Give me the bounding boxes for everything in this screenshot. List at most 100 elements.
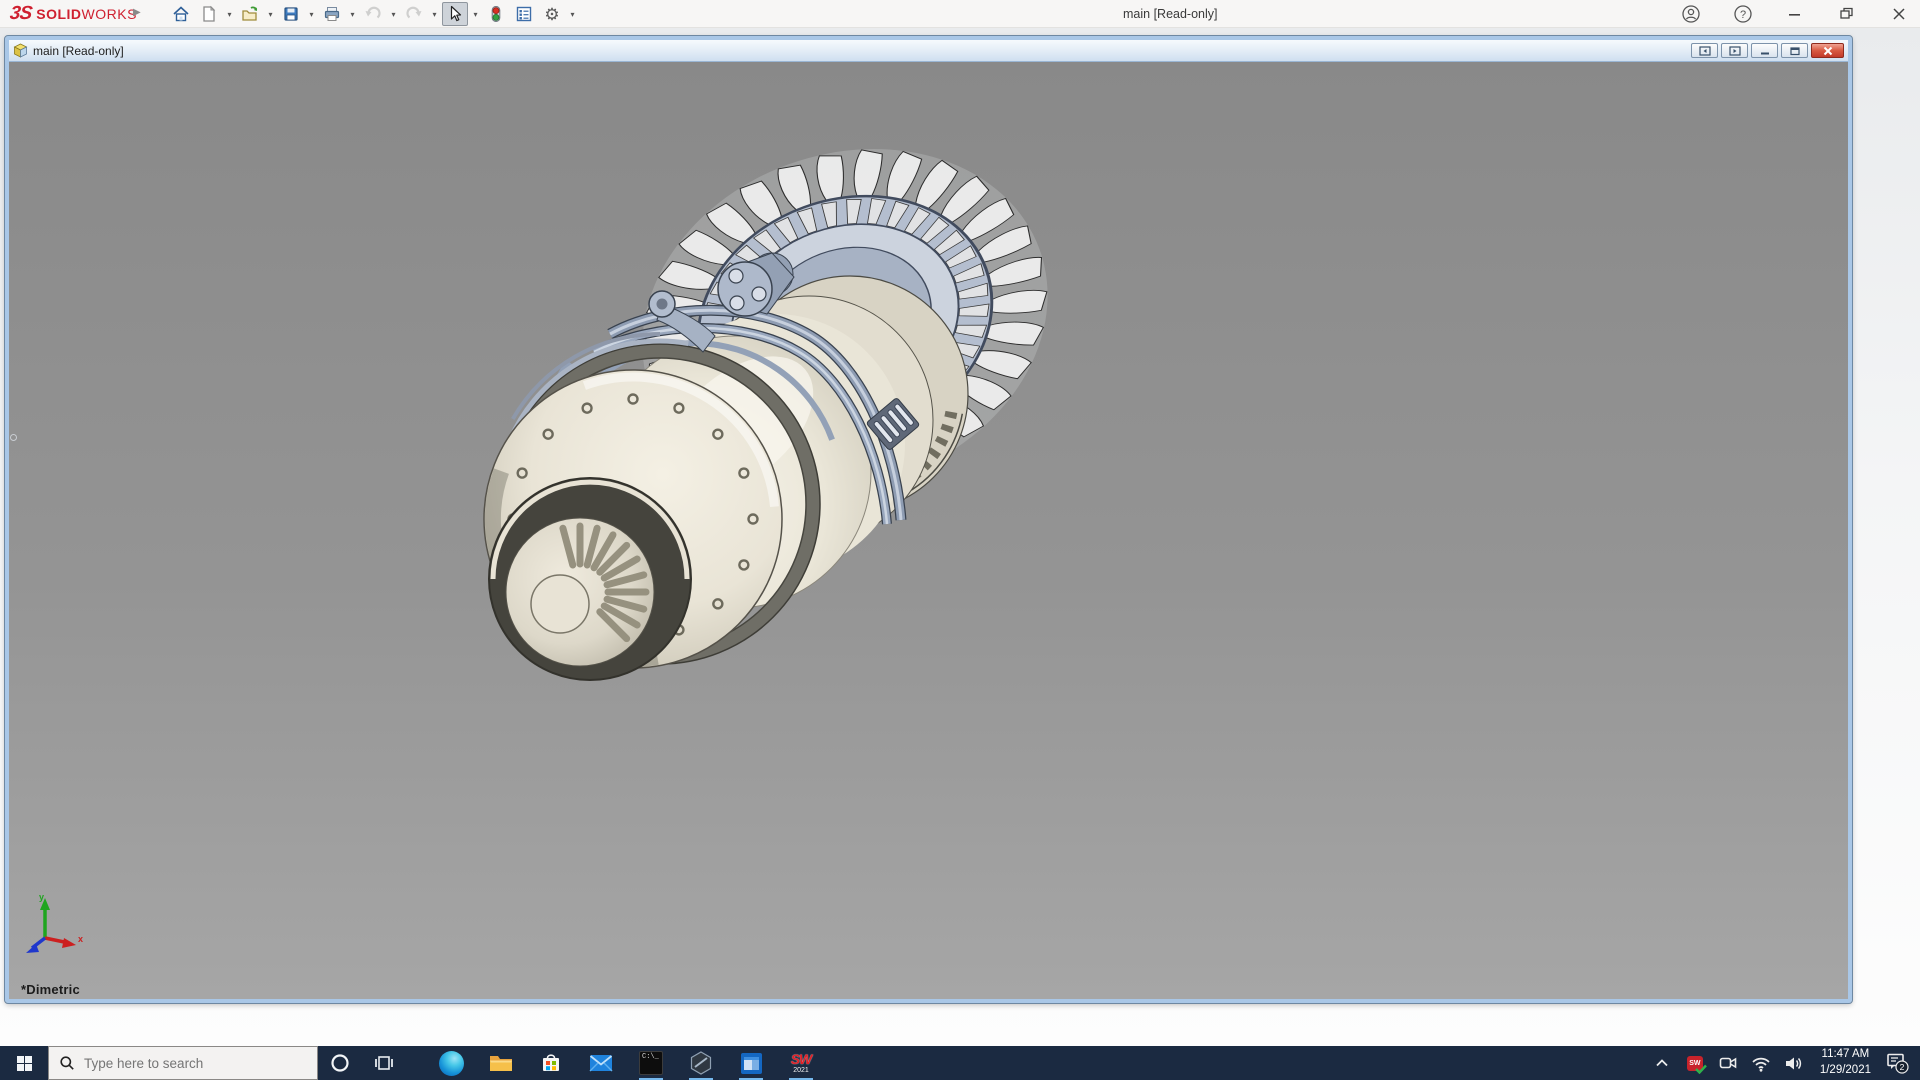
taskbar-app-file-explorer[interactable] — [476, 1046, 526, 1080]
select-dropdown[interactable]: ▾ — [470, 2, 481, 26]
save-button[interactable] — [278, 2, 304, 26]
tray-volume[interactable] — [1781, 1050, 1807, 1076]
assembly-document-icon — [13, 43, 28, 58]
app-window-controls: ? — [1678, 0, 1912, 28]
terminal-icon: C:\_ — [639, 1051, 663, 1075]
open-dropdown[interactable]: ▾ — [265, 2, 276, 26]
save-dropdown[interactable]: ▾ — [306, 2, 317, 26]
account-icon — [1681, 4, 1701, 24]
app-titlebar: 3S SOLIDWORKS ▶ ▾ ▾ ▾ ▾ ▾ ▾ — [0, 0, 1920, 28]
dock-right-button[interactable] — [1721, 43, 1748, 58]
options-button[interactable]: ⚙ — [539, 2, 565, 26]
taskbar: C:\_ SW 2021 SW — [0, 1046, 1920, 1080]
engine-model[interactable]: .bladeO{fill:#f0f0f0;fill-opacity:.92;st… — [9, 62, 1848, 999]
file-properties-button[interactable] — [511, 2, 537, 26]
x-axis-arrow — [62, 938, 76, 948]
tray-network[interactable] — [1748, 1050, 1774, 1076]
wifi-icon — [1751, 1055, 1771, 1072]
x-axis-label: x — [78, 934, 83, 944]
rebuild-button[interactable] — [483, 2, 509, 26]
intake-opening — [489, 478, 691, 680]
store-icon — [539, 1051, 563, 1075]
menu-expand-arrow[interactable]: ▶ — [133, 7, 141, 18]
doc-close-button[interactable] — [1811, 43, 1844, 58]
main-toolbar: ▾ ▾ ▾ ▾ ▾ ▾ ▾ ⚙ ▾ — [168, 2, 578, 26]
home-button[interactable] — [168, 2, 194, 26]
undo-icon — [363, 4, 383, 24]
taskbar-app-mail[interactable] — [576, 1046, 626, 1080]
account-button[interactable] — [1678, 1, 1704, 27]
new-document-icon — [199, 4, 219, 24]
y-axis-label: y — [39, 892, 44, 902]
taskbar-app-hexagon[interactable] — [676, 1046, 726, 1080]
view-orientation-label: *Dimetric — [21, 982, 80, 997]
clock-time: 11:47 AM — [1820, 1047, 1871, 1063]
tray-solidworks-monitor[interactable]: SW — [1682, 1050, 1708, 1076]
options-dropdown[interactable]: ▾ — [567, 2, 578, 26]
meet-now-icon — [1718, 1054, 1738, 1072]
taskbar-app-window[interactable] — [726, 1046, 776, 1080]
taskbar-app-edge[interactable] — [426, 1046, 476, 1080]
svg-text:?: ? — [1740, 9, 1746, 21]
cortana-button[interactable] — [318, 1046, 362, 1080]
file-properties-icon — [514, 4, 534, 24]
windows-logo-icon — [17, 1056, 32, 1071]
taskbar-clock[interactable]: 11:47 AM 1/29/2021 — [1814, 1047, 1877, 1078]
check-icon — [1695, 1064, 1707, 1074]
document-window-controls — [1691, 43, 1844, 58]
undo-button[interactable] — [360, 2, 386, 26]
close-button[interactable] — [1886, 1, 1912, 27]
doc-minimize-icon — [1759, 46, 1771, 56]
search-input[interactable] — [84, 1056, 294, 1071]
search-icon — [59, 1055, 75, 1071]
minimize-icon — [1787, 6, 1803, 22]
app-window-title: main [Read-only] — [1123, 7, 1218, 21]
print-button[interactable] — [319, 2, 345, 26]
task-view-button[interactable] — [362, 1046, 406, 1080]
open-button[interactable] — [237, 2, 263, 26]
undo-dropdown[interactable]: ▾ — [388, 2, 399, 26]
document-titlebar[interactable]: main [Read-only] — [9, 40, 1848, 62]
taskbar-app-store[interactable] — [526, 1046, 576, 1080]
doc-restore-button[interactable] — [1781, 43, 1808, 58]
select-cursor-icon — [445, 4, 465, 24]
print-dropdown[interactable]: ▾ — [347, 2, 358, 26]
clock-date: 1/29/2021 — [1820, 1063, 1871, 1079]
doc-minimize-button[interactable] — [1751, 43, 1778, 58]
spinner-hub — [531, 575, 589, 633]
home-icon — [171, 4, 191, 24]
restore-button[interactable] — [1834, 1, 1860, 27]
taskbar-search[interactable] — [48, 1046, 318, 1080]
sw-shield-icon: SW — [1687, 1056, 1703, 1071]
dock-left-button[interactable] — [1691, 43, 1718, 58]
new-document-dropdown[interactable]: ▾ — [224, 2, 235, 26]
edge-icon — [439, 1051, 464, 1076]
new-document-button[interactable] — [196, 2, 222, 26]
minimize-button[interactable] — [1782, 1, 1808, 27]
3ds-mark: 3S — [8, 3, 32, 25]
dock-right-icon — [1729, 46, 1741, 56]
redo-dropdown[interactable]: ▾ — [429, 2, 440, 26]
graphics-viewport[interactable]: .bladeO{fill:#f0f0f0;fill-opacity:.92;st… — [9, 62, 1848, 999]
start-button[interactable] — [0, 1046, 48, 1080]
doc-restore-icon — [1789, 46, 1801, 56]
system-tray: SW 11:47 AM 1/29/2021 2 — [1649, 1046, 1920, 1080]
speaker-icon — [1784, 1055, 1804, 1072]
file-explorer-icon — [488, 1052, 514, 1074]
help-button[interactable]: ? — [1730, 1, 1756, 27]
redo-button[interactable] — [401, 2, 427, 26]
window-app-icon — [739, 1051, 764, 1076]
select-button[interactable] — [442, 2, 468, 26]
restore-icon — [1839, 6, 1855, 22]
redo-icon — [404, 4, 424, 24]
tray-meet-now[interactable] — [1715, 1050, 1741, 1076]
save-icon — [281, 4, 301, 24]
taskbar-apps: C:\_ SW 2021 — [426, 1046, 826, 1080]
rebuild-trafficlight-icon — [486, 4, 506, 24]
taskbar-app-solidworks[interactable]: SW 2021 — [776, 1046, 826, 1080]
print-icon — [322, 4, 342, 24]
taskbar-app-terminal[interactable]: C:\_ — [626, 1046, 676, 1080]
orientation-triad[interactable]: y x — [26, 892, 83, 953]
tray-expand-button[interactable] — [1649, 1050, 1675, 1076]
action-center-button[interactable]: 2 — [1884, 1050, 1910, 1076]
